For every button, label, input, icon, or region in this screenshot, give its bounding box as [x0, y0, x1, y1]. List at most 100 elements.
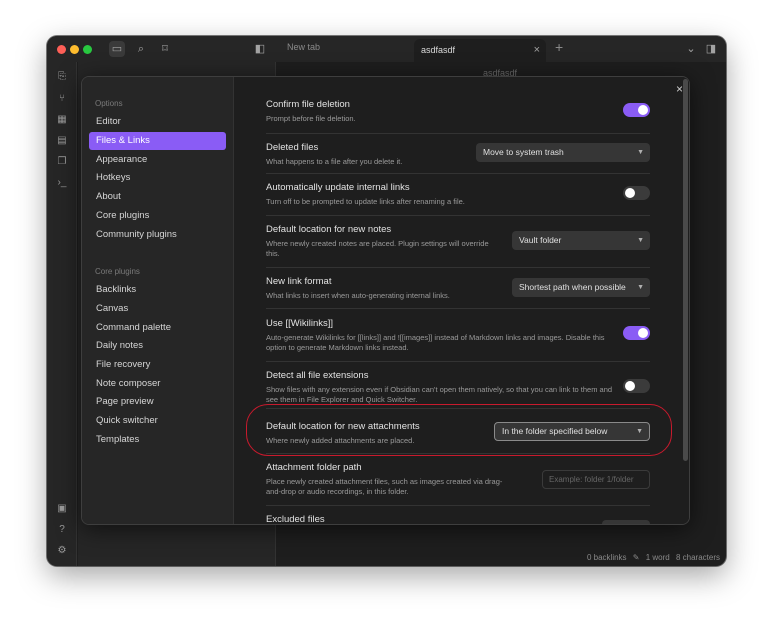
setting-name: Excluded files — [266, 514, 325, 525]
setting-name: Detect all file extensions — [266, 370, 369, 381]
dropdown-value: Move to system trash — [483, 147, 564, 157]
new-tab-button[interactable]: + — [555, 39, 563, 55]
setting-default-location-notes: Default location for new notes Where new… — [266, 215, 650, 267]
setting-auto-update-links: Automatically update internal links Turn… — [266, 173, 650, 215]
setting-name: Confirm file deletion — [266, 99, 350, 110]
setting-desc: Place newly created attachment files, su… — [266, 477, 503, 496]
help-icon[interactable]: ? — [55, 523, 69, 537]
sidebar-item-page-preview[interactable]: Page preview — [89, 393, 226, 411]
sidebar-item-community-plugins[interactable]: Community plugins — [89, 226, 226, 244]
core-plugins-header: Core plugins — [95, 267, 140, 276]
character-count: 8 characters — [675, 553, 720, 562]
new-link-format-dropdown[interactable]: Shortest path when possible ▼ — [512, 278, 650, 297]
sidebar-item-backlinks[interactable]: Backlinks — [89, 281, 226, 299]
status-bar: 0 backlinks ✎ 1 word 8 characters — [587, 553, 720, 562]
right-sidebar-toggle-icon[interactable]: ◨ — [703, 41, 719, 57]
setting-deleted-files: Deleted files What happens to a file aft… — [266, 133, 650, 173]
backlinks-count[interactable]: 0 backlinks — [587, 553, 627, 562]
tab-asdfasdf[interactable]: asdfasdf × — [414, 39, 546, 62]
obsidian-window: ▭ ⌕ ⌑ ◧ New tab asdfasdf × + ⌄ ◨ ⎘ ⑂ ▦ ▤… — [47, 36, 726, 566]
sidebar-toggle-icon[interactable]: ◧ — [252, 41, 268, 57]
settings-modal: Options Editor Files & Links Appearance … — [81, 76, 690, 525]
chevron-down-icon[interactable]: ⌄ — [683, 41, 699, 57]
setting-name: Deleted files — [266, 142, 319, 153]
word-count: 1 word — [645, 553, 670, 562]
setting-confirm-file-deletion: Confirm file deletion Prompt before file… — [266, 93, 650, 133]
setting-use-wikilinks: Use [[Wikilinks]] Auto-generate Wikilink… — [266, 308, 650, 361]
setting-detect-file-extensions: Detect all file extensions Show files wi… — [266, 361, 650, 408]
copy-icon[interactable]: ❐ — [55, 155, 69, 169]
bookmark-icon[interactable]: ⌑ — [157, 41, 173, 57]
confirm-deletion-toggle[interactable] — [623, 103, 650, 117]
dropdown-value: Vault folder — [519, 235, 562, 245]
setting-desc: What happens to a file after you delete … — [266, 157, 403, 166]
toggle-knob — [625, 188, 635, 198]
chevron-down-icon: ▼ — [637, 149, 644, 156]
dropdown-value: Shortest path when possible — [519, 282, 626, 292]
tab-new-tab[interactable]: New tab — [287, 42, 320, 52]
close-icon[interactable]: × — [676, 82, 683, 96]
setting-desc: What links to insert when auto-generatin… — [266, 291, 450, 300]
sidebar-item-files-links[interactable]: Files & Links — [89, 132, 226, 150]
setting-attachment-folder-path: Attachment folder path Place newly creat… — [266, 453, 650, 505]
close-window-button[interactable] — [57, 45, 66, 54]
settings-content: Confirm file deletion Prompt before file… — [235, 77, 689, 525]
sidebar-item-quick-switcher[interactable]: Quick switcher — [89, 412, 226, 430]
sidebar-item-hotkeys[interactable]: Hotkeys — [89, 169, 226, 187]
setting-name: Use [[Wikilinks]] — [266, 318, 334, 329]
new-note-icon[interactable]: ⎘ — [55, 70, 69, 84]
use-wikilinks-toggle[interactable] — [623, 326, 650, 340]
setting-desc: Where newly created notes are placed. Pl… — [266, 239, 489, 258]
canvas-icon[interactable]: ▦ — [55, 113, 69, 127]
setting-new-link-format: New link format What links to insert whe… — [266, 267, 650, 308]
vault-icon[interactable]: ▣ — [55, 502, 69, 516]
attachment-folder-input[interactable]: Example: folder 1/folder — [542, 470, 650, 489]
scrollbar[interactable] — [683, 79, 688, 461]
chevron-down-icon: ▼ — [637, 284, 644, 291]
setting-excluded-files: Excluded files — [266, 505, 650, 525]
detect-extensions-toggle[interactable] — [623, 379, 650, 393]
input-placeholder: Example: folder 1/folder — [549, 475, 634, 484]
left-ribbon: ⎘ ⑂ ▦ ▤ ❐ ›_ ▣ ? ⚙ — [47, 62, 77, 566]
setting-desc: Show files with any extension even if Ob… — [266, 385, 613, 404]
minimize-window-button[interactable] — [70, 45, 79, 54]
pencil-icon[interactable]: ✎ — [633, 553, 640, 562]
setting-name: Attachment folder path — [266, 462, 362, 473]
setting-desc: Prompt before file deletion. — [266, 114, 356, 123]
default-location-notes-dropdown[interactable]: Vault folder ▼ — [512, 231, 650, 250]
excluded-files-manage-button[interactable] — [602, 520, 650, 524]
setting-desc: Auto-generate Wikilinks for [[links]] an… — [266, 333, 605, 352]
toggle-knob — [638, 105, 648, 115]
terminal-icon[interactable]: ›_ — [55, 176, 69, 190]
folder-icon[interactable]: ▭ — [109, 41, 125, 57]
deleted-files-dropdown[interactable]: Move to system trash ▼ — [476, 143, 650, 162]
auto-update-links-toggle[interactable] — [623, 186, 650, 200]
setting-name: Default location for new notes — [266, 224, 392, 235]
setting-desc: Turn off to be prompted to update links … — [266, 197, 465, 206]
options-header: Options — [95, 99, 123, 108]
search-icon[interactable]: ⌕ — [133, 41, 149, 57]
tab-label: asdfasdf — [421, 45, 456, 55]
graph-icon[interactable]: ⑂ — [55, 92, 69, 106]
calendar-icon[interactable]: ▤ — [55, 134, 69, 148]
sidebar-item-about[interactable]: About — [89, 188, 226, 206]
setting-name: New link format — [266, 276, 332, 287]
sidebar-item-appearance[interactable]: Appearance — [89, 151, 226, 169]
red-highlight-annotation — [246, 404, 672, 456]
sidebar-item-editor[interactable]: Editor — [89, 113, 226, 131]
chevron-down-icon: ▼ — [637, 237, 644, 244]
maximize-window-button[interactable] — [83, 45, 92, 54]
sidebar-item-command-palette[interactable]: Command palette — [89, 319, 226, 337]
sidebar-item-note-composer[interactable]: Note composer — [89, 375, 226, 393]
sidebar-item-file-recovery[interactable]: File recovery — [89, 356, 226, 374]
sidebar-item-daily-notes[interactable]: Daily notes — [89, 337, 226, 355]
setting-name: Automatically update internal links — [266, 182, 410, 193]
sidebar-item-core-plugins[interactable]: Core plugins — [89, 207, 226, 225]
sidebar-item-templates[interactable]: Templates — [89, 431, 226, 449]
toggle-knob — [625, 381, 635, 391]
gear-icon[interactable]: ⚙ — [55, 544, 69, 558]
settings-sidebar: Options Editor Files & Links Appearance … — [82, 77, 234, 524]
sidebar-item-canvas[interactable]: Canvas — [89, 300, 226, 318]
title-bar: ▭ ⌕ ⌑ ◧ New tab asdfasdf × + ⌄ ◨ — [47, 36, 726, 62]
close-tab-icon[interactable]: × — [534, 44, 540, 56]
